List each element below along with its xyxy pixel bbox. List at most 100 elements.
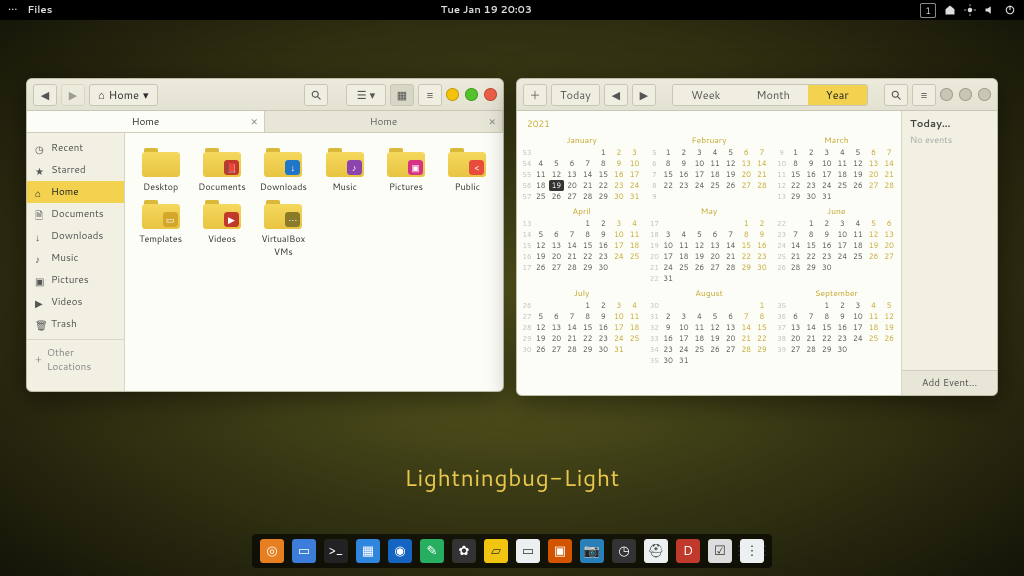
forward-button[interactable]: ▶ bbox=[61, 84, 85, 106]
theme-name-label: Lightningbug-Light bbox=[0, 462, 1024, 494]
folder-virtualbox-vms[interactable]: ⋯VirtualBox VMs bbox=[254, 197, 313, 258]
plus-icon: + bbox=[35, 353, 42, 367]
clock[interactable]: Tue Jan 19 20:03 bbox=[52, 3, 920, 17]
sidebar-item-pictures[interactable]: ▣Pictures bbox=[27, 269, 124, 291]
chevron-down-icon: ▾ bbox=[143, 87, 149, 103]
dock-app-6[interactable]: ✿ bbox=[452, 539, 476, 563]
workspace-indicator[interactable]: 1 bbox=[920, 3, 936, 18]
folder-music[interactable]: ♪Music bbox=[315, 145, 374, 193]
folder-pictures[interactable]: ▣Pictures bbox=[376, 145, 435, 193]
folder-public[interactable]: <Public bbox=[438, 145, 497, 193]
month-april: April13123414567891011151213141516171816… bbox=[521, 203, 642, 284]
active-app-name[interactable]: Files bbox=[27, 3, 52, 17]
icon-view-button[interactable]: ▦ bbox=[390, 84, 414, 106]
prev-button[interactable]: ◀ bbox=[604, 84, 628, 106]
dock-app-8[interactable]: ▭ bbox=[516, 539, 540, 563]
clock-icon: ◷ bbox=[35, 143, 46, 154]
sidebar-item-music[interactable]: ♪Music bbox=[27, 247, 124, 269]
sidebar-item-videos[interactable]: ▶Videos bbox=[27, 291, 124, 313]
sidebar-item-trash[interactable]: 🗑Trash bbox=[27, 313, 124, 335]
year-label: 2021 bbox=[527, 117, 897, 130]
dock-app-7[interactable]: ▱ bbox=[484, 539, 508, 563]
dock-app-14[interactable]: ☑ bbox=[708, 539, 732, 563]
files-sidebar: ◷Recent★Starred⌂Home🗎Documents↓Downloads… bbox=[27, 133, 125, 391]
activities-button[interactable]: ••• bbox=[8, 3, 17, 17]
month-august: August3013123456783291011121314153316171… bbox=[648, 285, 769, 366]
view-month[interactable]: Month bbox=[738, 85, 808, 105]
other-locations[interactable]: +Other Locations bbox=[27, 339, 124, 380]
dock-app-13[interactable]: D bbox=[676, 539, 700, 563]
files-tab[interactable]: Home✕ bbox=[265, 111, 503, 132]
folder-emblem-icon: ▭ bbox=[163, 212, 178, 227]
side-no-events: No events bbox=[910, 133, 989, 146]
menu-button[interactable]: ≡ bbox=[418, 84, 442, 106]
next-button[interactable]: ▶ bbox=[632, 84, 656, 106]
down-icon: ↓ bbox=[35, 231, 46, 242]
path-bar[interactable]: ⌂ Home ▾ bbox=[89, 84, 158, 106]
sidebar-item-starred[interactable]: ★Starred bbox=[27, 159, 124, 181]
files-grid: Desktop📕Documents↓Downloads♪Music▣Pictur… bbox=[125, 133, 503, 391]
back-button[interactable]: ◀ bbox=[33, 84, 57, 106]
folder-icon: 📕 bbox=[203, 145, 241, 177]
sidebar-item-documents[interactable]: 🗎Documents bbox=[27, 203, 124, 225]
dock-app-15[interactable]: ⋮⋮⋮ bbox=[740, 539, 764, 563]
dock-app-12[interactable]: ⛑ bbox=[644, 539, 668, 563]
cal-menu-button[interactable]: ≡ bbox=[912, 84, 936, 106]
today-button[interactable]: Today bbox=[551, 84, 600, 106]
month-september: September3512345366789101112371314151617… bbox=[776, 285, 897, 366]
volume-icon[interactable] bbox=[984, 4, 996, 16]
files-titlebar: ◀ ▶ ⌂ Home ▾ ☰ ▾ ▦ ≡ bbox=[27, 79, 503, 111]
folder-documents[interactable]: 📕Documents bbox=[192, 145, 251, 193]
folder-templates[interactable]: ▭Templates bbox=[131, 197, 190, 258]
maximize-button[interactable] bbox=[465, 88, 478, 101]
search-button[interactable] bbox=[304, 84, 328, 106]
dock-app-2[interactable]: >_ bbox=[324, 539, 348, 563]
close-button[interactable] bbox=[484, 88, 497, 101]
minimize-button[interactable] bbox=[446, 88, 459, 101]
new-event-button[interactable]: ＋ bbox=[523, 84, 547, 106]
pic-icon: ▣ bbox=[35, 275, 46, 286]
sidebar-item-recent[interactable]: ◷Recent bbox=[27, 137, 124, 159]
brightness-icon[interactable] bbox=[964, 4, 976, 16]
files-tab[interactable]: Home✕ bbox=[27, 111, 265, 132]
dock-app-10[interactable]: 📷 bbox=[580, 539, 604, 563]
folder-icon: < bbox=[448, 145, 486, 177]
dock-app-3[interactable]: ▦ bbox=[356, 539, 380, 563]
folder-emblem-icon: 📕 bbox=[224, 160, 239, 175]
search-button[interactable] bbox=[884, 84, 908, 106]
dock-app-11[interactable]: ◷ bbox=[612, 539, 636, 563]
minimize-button[interactable] bbox=[940, 88, 953, 101]
folder-icon: ⋯ bbox=[264, 197, 302, 229]
month-march: March91234567108910111213141115161718192… bbox=[776, 132, 897, 202]
sidebar-item-downloads[interactable]: ↓Downloads bbox=[27, 225, 124, 247]
folder-videos[interactable]: ▶Videos bbox=[192, 197, 251, 258]
folder-icon: ♪ bbox=[326, 145, 364, 177]
folder-emblem-icon: ♪ bbox=[347, 160, 362, 175]
month-june: June221234562378910111213241415161718192… bbox=[776, 203, 897, 284]
tab-close-icon[interactable]: ✕ bbox=[488, 115, 496, 128]
folder-emblem-icon: < bbox=[469, 160, 484, 175]
tab-close-icon[interactable]: ✕ bbox=[250, 115, 258, 128]
zoom-group[interactable]: ☰ ▾ bbox=[346, 84, 386, 106]
sidebar-item-home[interactable]: ⌂Home bbox=[27, 181, 124, 203]
month-january: January531235445678910551112131415161756… bbox=[521, 132, 642, 202]
view-switcher: Week Month Year bbox=[672, 84, 867, 106]
maximize-button[interactable] bbox=[959, 88, 972, 101]
folder-emblem-icon: ↓ bbox=[285, 160, 300, 175]
dock-app-4[interactable]: ◉ bbox=[388, 539, 412, 563]
dock-app-0[interactable]: ◎ bbox=[260, 539, 284, 563]
dock: ◎ ▭ >_ ▦ ◉ ✎ ✿ ▱ ▭ ▣ 📷 ◷ ⛑ D ☑ ⋮⋮⋮ bbox=[252, 534, 772, 568]
dock-app-9[interactable]: ▣ bbox=[548, 539, 572, 563]
power-icon[interactable] bbox=[1004, 4, 1016, 16]
folder-emblem-icon: ▣ bbox=[408, 160, 423, 175]
home-icon[interactable] bbox=[944, 4, 956, 16]
folder-desktop[interactable]: Desktop bbox=[131, 145, 190, 193]
dock-app-5[interactable]: ✎ bbox=[420, 539, 444, 563]
folder-downloads[interactable]: ↓Downloads bbox=[254, 145, 313, 193]
music-icon: ♪ bbox=[35, 253, 46, 264]
dock-app-1[interactable]: ▭ bbox=[292, 539, 316, 563]
view-year[interactable]: Year bbox=[808, 85, 867, 105]
add-event-button[interactable]: Add Event… bbox=[902, 370, 997, 395]
view-week[interactable]: Week bbox=[673, 85, 738, 105]
close-button[interactable] bbox=[978, 88, 991, 101]
